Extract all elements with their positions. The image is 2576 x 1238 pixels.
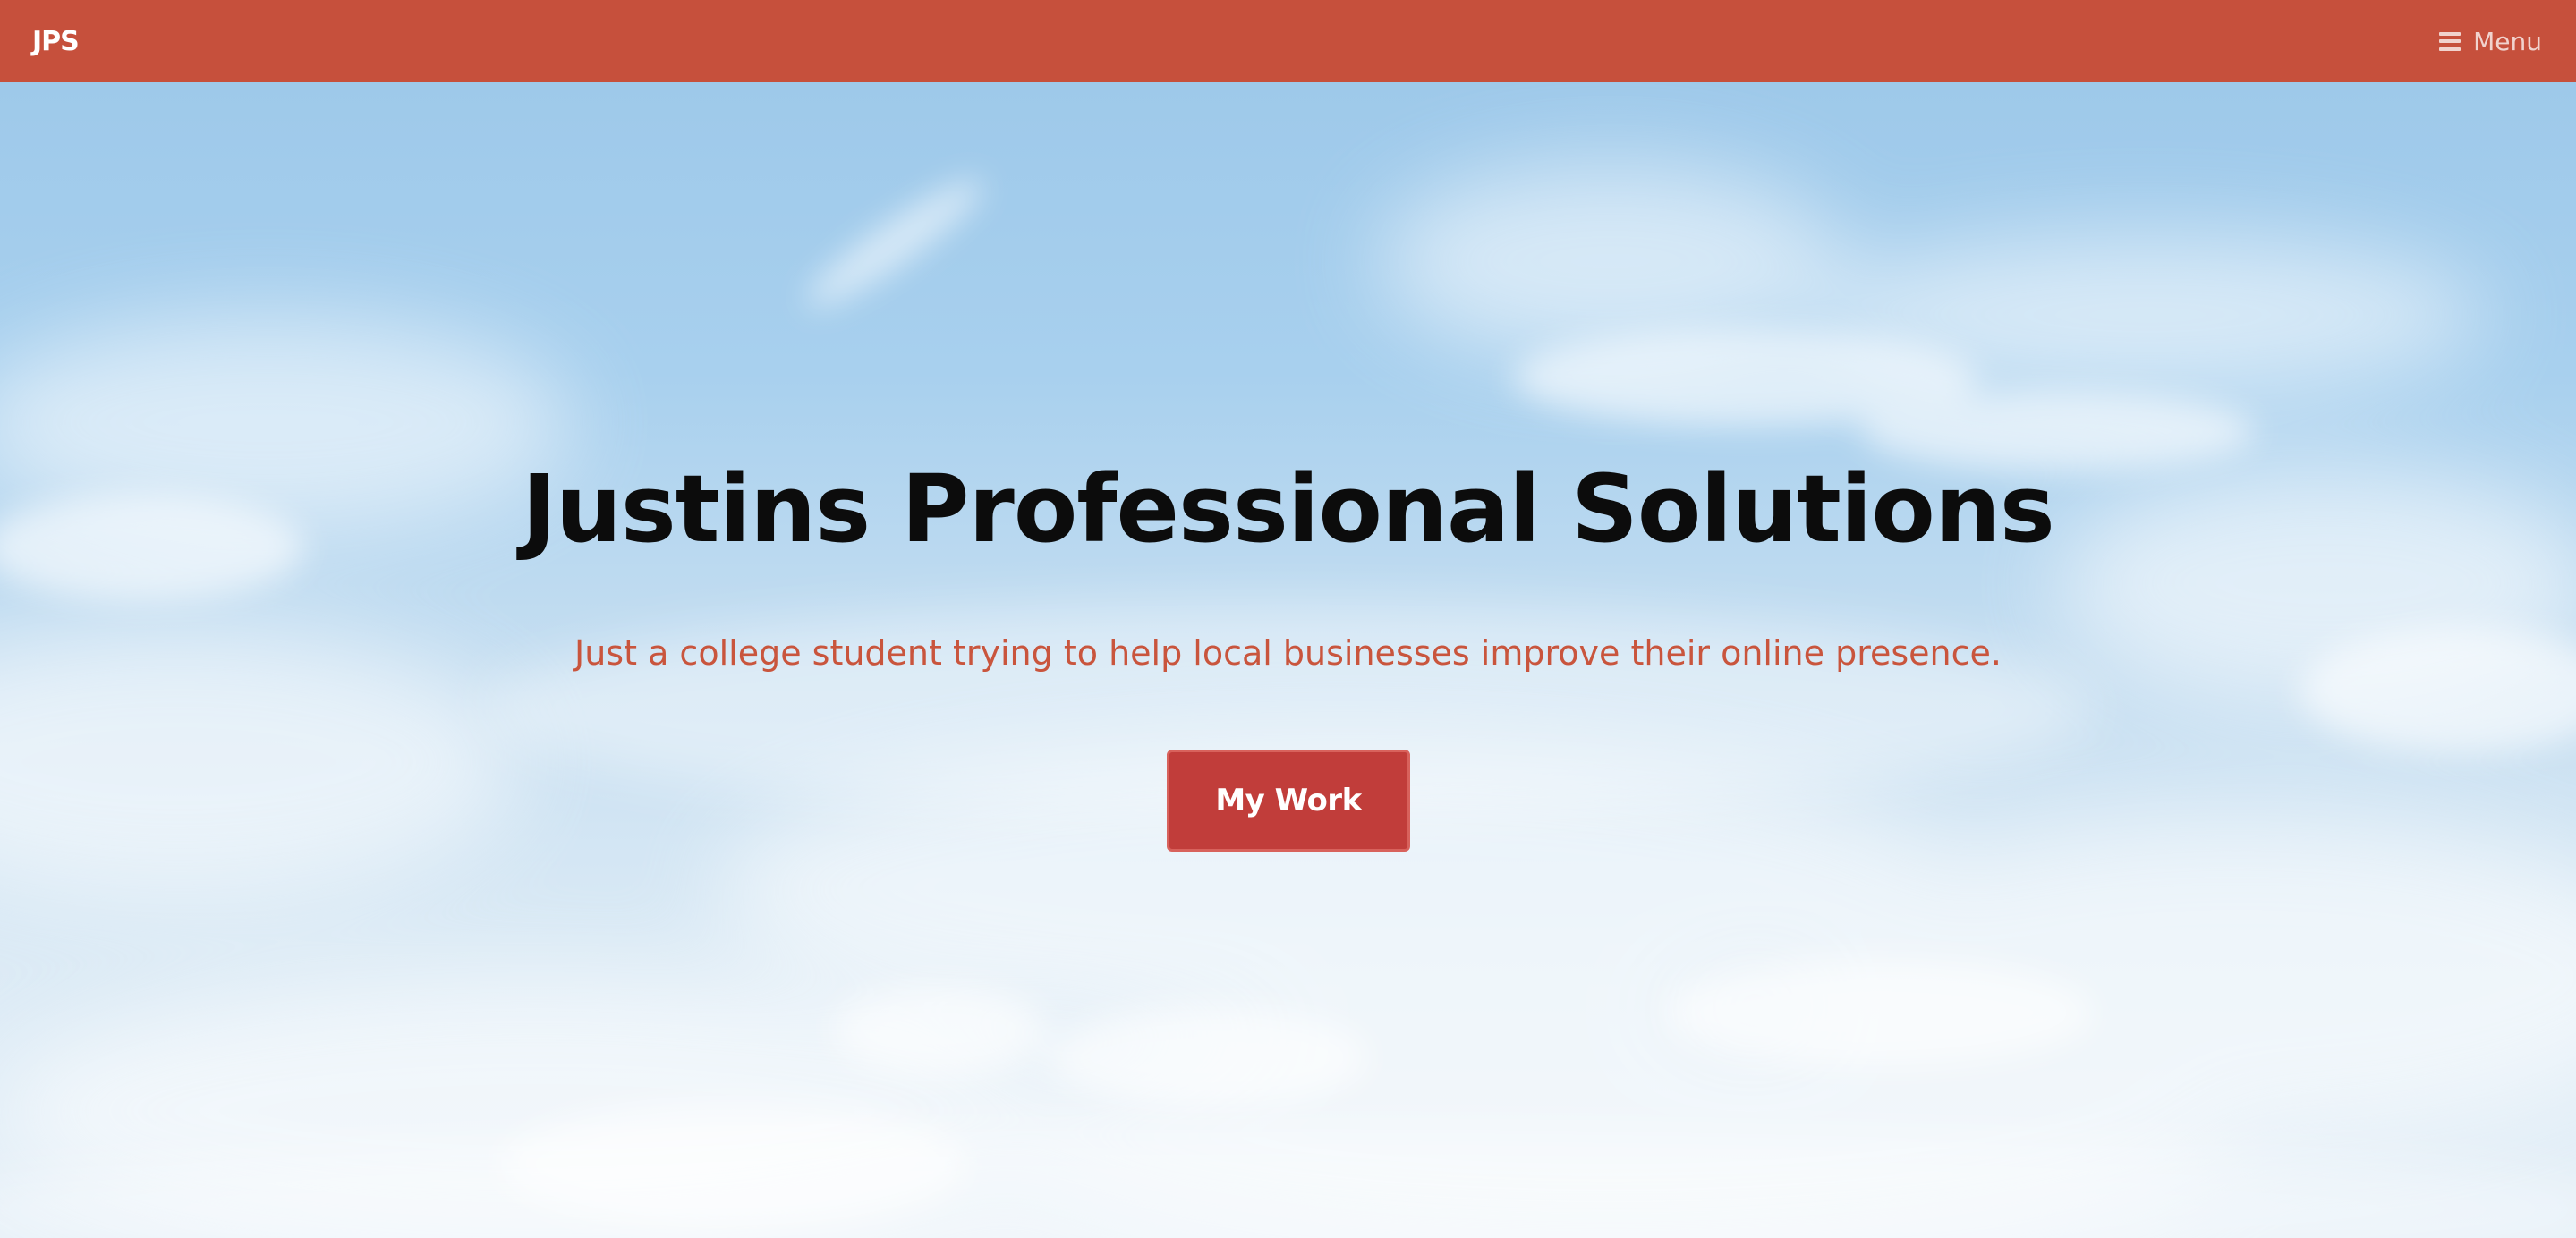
my-work-button[interactable]: My Work: [1167, 750, 1410, 852]
hero-title: Justins Professional Solutions: [522, 454, 2055, 564]
menu-label: Menu: [2473, 26, 2542, 56]
hero-content: Justins Professional Solutions Just a co…: [0, 82, 2576, 1238]
brand-logo[interactable]: JPS: [32, 26, 80, 57]
top-navbar: JPS Menu: [0, 0, 2576, 82]
menu-button[interactable]: Menu: [2439, 27, 2542, 56]
hamburger-icon: [2439, 31, 2461, 51]
hero-section: Justins Professional Solutions Just a co…: [0, 82, 2576, 1238]
hero-subtitle: Just a college student trying to help lo…: [574, 633, 2002, 673]
